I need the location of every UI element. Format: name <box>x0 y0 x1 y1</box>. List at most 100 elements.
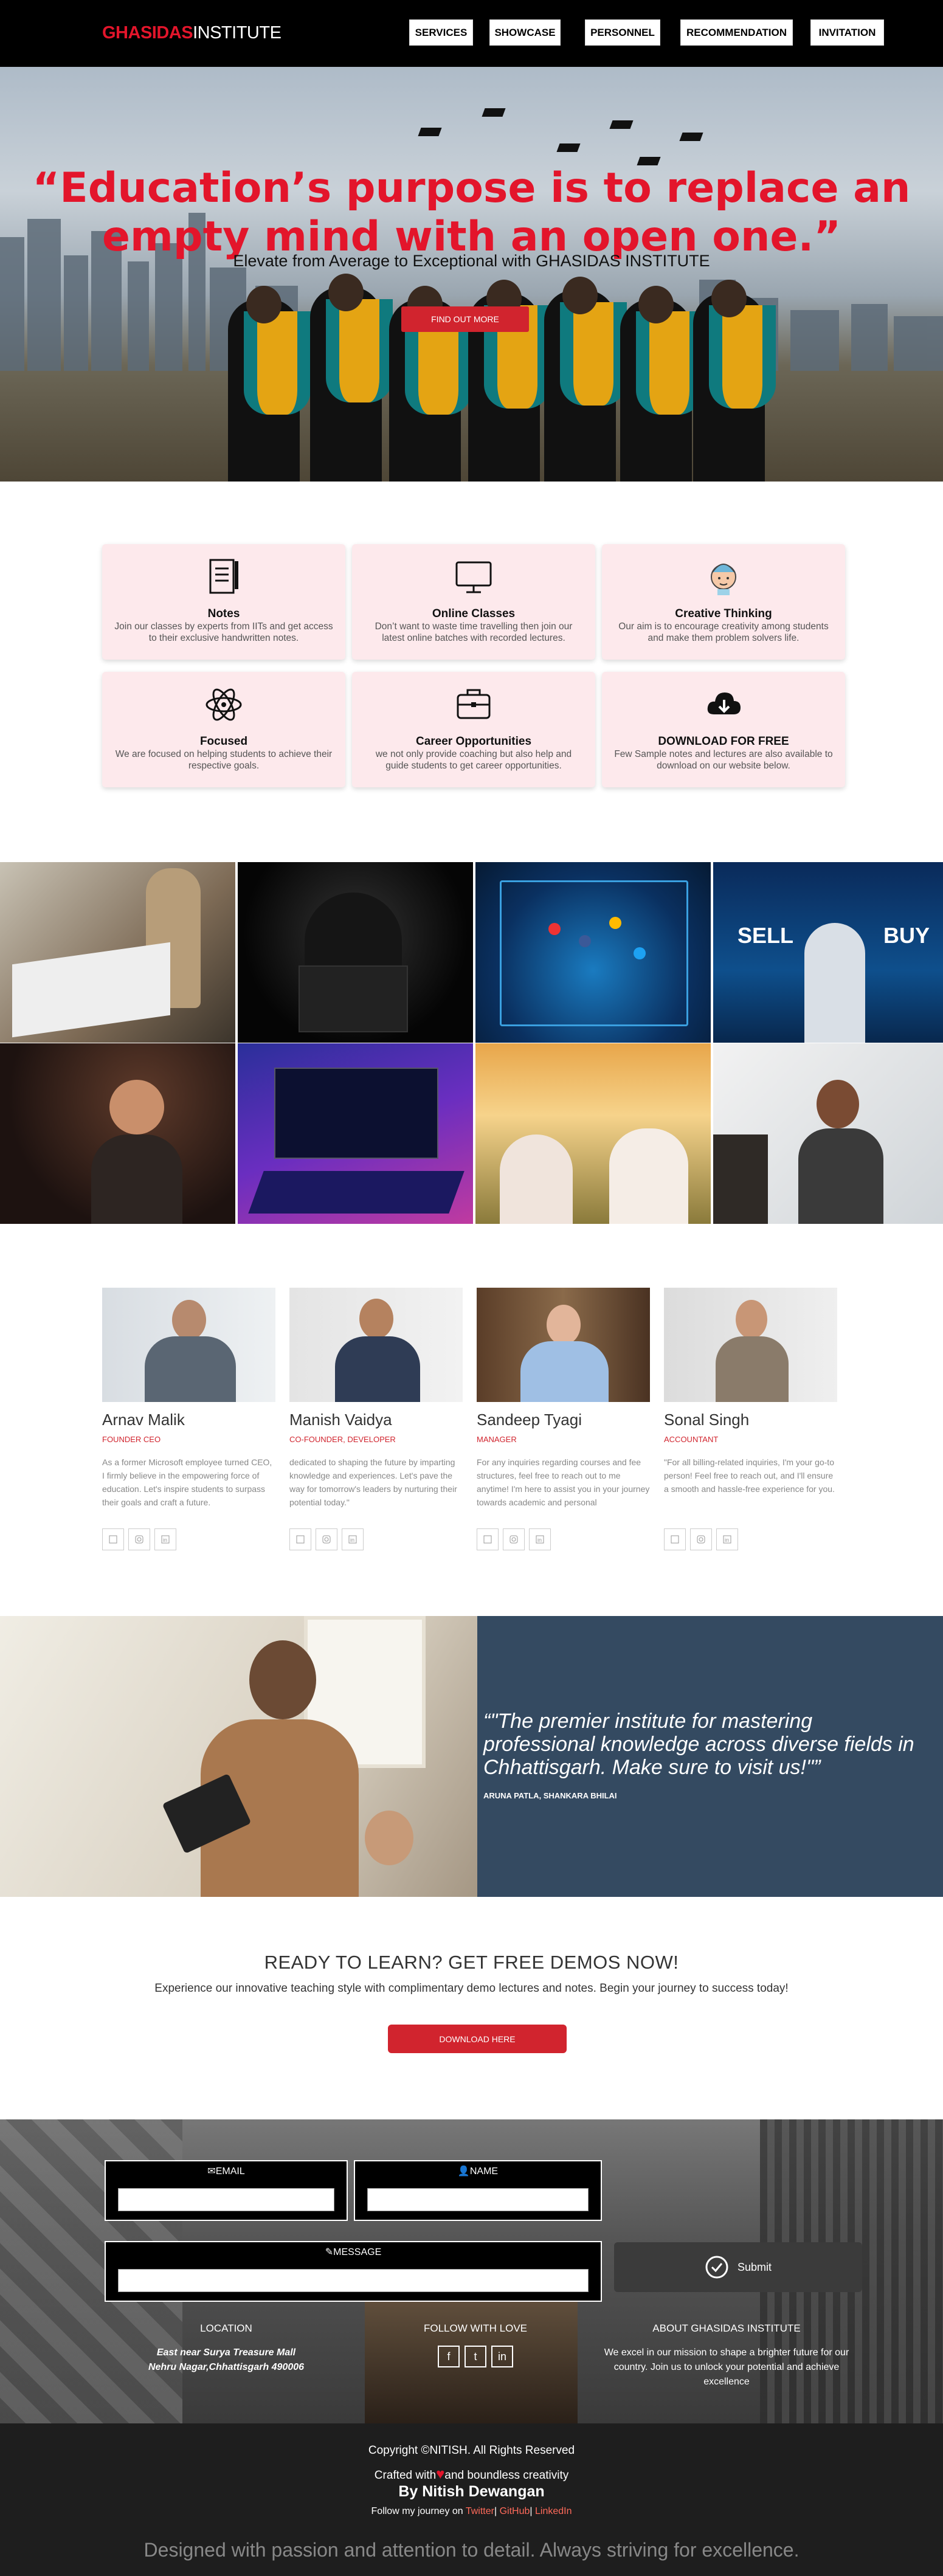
hero-quote: “Education’s purpose is to replace an em… <box>32 164 911 261</box>
email-input[interactable] <box>118 2188 334 2211</box>
member-name: Sandeep Tyagi <box>477 1411 582 1429</box>
github-link[interactable]: GitHub <box>500 2506 530 2516</box>
feature-desc: Few Sample notes and lectures are also a… <box>614 749 833 771</box>
nav-showcase-button[interactable]: SHOWCASE <box>489 19 561 46</box>
heart-icon: ♥ <box>436 2466 445 2482</box>
twitter-link[interactable]: Twitter <box>466 2506 494 2516</box>
member-bio: "For all billing-related inquiries, I'm … <box>664 1457 835 1494</box>
about-column: ABOUT GHASIDAS INSTITUTE We excel in our… <box>599 2322 854 2389</box>
feature-card-focused: Focused We are focused on helping studen… <box>102 672 345 787</box>
hero-subtitle: Elevate from Average to Exceptional with… <box>233 252 710 270</box>
feature-title: Online Classes <box>432 607 516 620</box>
linkedin-icon[interactable]: in <box>529 1528 551 1550</box>
instagram-icon[interactable] <box>503 1528 525 1550</box>
gallery-image-concert[interactable] <box>0 1043 235 1224</box>
linkedin-icon[interactable]: in <box>716 1528 738 1550</box>
member-photo <box>289 1288 463 1402</box>
notes-icon <box>209 559 238 594</box>
feature-desc: Join our classes by experts from IITs an… <box>114 621 333 643</box>
facebook-icon[interactable] <box>289 1528 311 1550</box>
location-line2: Nehru Nagar,Chhattisgarh 490006 <box>148 2362 305 2372</box>
gallery-image-social-media[interactable] <box>475 862 711 1043</box>
svg-text:in: in <box>163 1537 167 1543</box>
instagram-icon[interactable] <box>316 1528 337 1550</box>
feature-desc: Don’t want to waste time travelling then… <box>375 621 573 643</box>
about-text: We excel in our mission to shape a brigh… <box>604 2347 849 2387</box>
gallery-image-hacker[interactable] <box>238 862 473 1043</box>
feature-card-online-classes: Online Classes Don’t want to waste time … <box>352 544 595 660</box>
nav-services-button[interactable]: SERVICES <box>409 19 473 46</box>
cta-title: READY TO LEARN? GET FREE DEMOS NOW! <box>264 1952 679 1973</box>
location-title: LOCATION <box>200 2322 252 2334</box>
name-label: 👤NAME <box>457 2166 499 2177</box>
gallery-image-coding[interactable] <box>238 1043 473 1224</box>
top-navbar: GHASIDASINSTITUTE SERVICES SHOWCASE PERS… <box>0 0 943 67</box>
follow-column: FOLLOW WITH LOVE f t in <box>354 2322 597 2367</box>
follow-journey-line: Follow my journey on Twitter| GitHub| Li… <box>371 2506 572 2516</box>
member-role: CO-FOUNDER, DEVELOPER <box>289 1435 396 1444</box>
member-photo <box>664 1288 837 1402</box>
gallery-image-fashion[interactable] <box>0 862 235 1043</box>
feature-title: Creative Thinking <box>675 607 772 620</box>
cta-section: READY TO LEARN? GET FREE DEMOS NOW! Expe… <box>0 1952 943 1995</box>
feature-desc: Our aim is to encourage creativity among… <box>618 621 829 643</box>
gallery-image-yoga[interactable] <box>475 1043 711 1224</box>
hero-section: “Education’s purpose is to replace an em… <box>0 67 943 482</box>
submit-button[interactable]: Submit <box>614 2242 862 2292</box>
email-label: ✉EMAIL <box>207 2166 245 2177</box>
find-out-more-button[interactable]: FIND OUT MORE <box>401 306 529 332</box>
member-role: FOUNDER CEO <box>102 1435 161 1444</box>
twitter-icon[interactable]: t <box>465 2346 486 2367</box>
author-name: By Nitish Dewangan <box>398 2483 545 2500</box>
check-circle-icon <box>705 2256 728 2279</box>
linkedin-link[interactable]: LinkedIn <box>535 2506 572 2516</box>
facebook-icon[interactable]: f <box>438 2346 460 2367</box>
member-photo <box>477 1288 650 1402</box>
linkedin-icon[interactable]: in <box>342 1528 364 1550</box>
facebook-icon[interactable] <box>664 1528 686 1550</box>
member-name: Arnav Malik <box>102 1411 185 1429</box>
feature-title: DOWNLOAD FOR FREE <box>658 735 789 748</box>
footer-tagline: Designed with passion and attention to d… <box>143 2539 800 2561</box>
instagram-icon[interactable] <box>690 1528 712 1550</box>
linkedin-icon[interactable]: in <box>154 1528 176 1550</box>
member-bio: dedicated to shaping the future by impar… <box>289 1457 457 1507</box>
svg-text:in: in <box>350 1537 354 1543</box>
feature-title: Career Opportunities <box>415 735 532 748</box>
testimonial-photo <box>0 1616 477 1897</box>
crafted-line: Crafted with♥and boundless creativity <box>374 2466 569 2482</box>
nav-personnel-button[interactable]: PERSONNEL <box>585 19 660 46</box>
feature-card-career: Career Opportunities we not only provide… <box>352 672 595 787</box>
name-input[interactable] <box>367 2188 589 2211</box>
download-here-button[interactable]: DOWNLOAD HERE <box>388 2025 567 2053</box>
feature-title: Notes <box>207 607 240 620</box>
follow-title: FOLLOW WITH LOVE <box>423 2322 528 2334</box>
member-name: Sonal Singh <box>664 1411 750 1429</box>
site-logo[interactable]: GHASIDASINSTITUTE <box>102 23 282 43</box>
instagram-icon[interactable] <box>128 1528 150 1550</box>
member-bio: As a former Microsoft employee turned CE… <box>102 1457 272 1507</box>
gallery-image-meeting[interactable] <box>713 1043 943 1224</box>
name-field-box: 👤NAME <box>354 2160 602 2221</box>
message-input[interactable] <box>118 2269 589 2292</box>
briefcase-icon <box>457 689 491 719</box>
atom-icon <box>206 688 242 721</box>
member-photo <box>102 1288 275 1402</box>
svg-text:in: in <box>725 1537 729 1543</box>
gallery-image-trading[interactable]: SELL BUY <box>713 862 943 1043</box>
feature-desc: We are focused on helping students to ac… <box>115 749 333 771</box>
cloud-download-icon <box>707 692 741 714</box>
feature-card-notes: Notes Join our classes by experts from I… <box>102 544 345 660</box>
member-bio: For any inquiries regarding courses and … <box>477 1457 650 1507</box>
about-title: ABOUT GHASIDAS INSTITUTE <box>652 2322 801 2334</box>
nav-recommendation-button[interactable]: RECOMMENDATION <box>680 19 793 46</box>
linkedin-icon[interactable]: in <box>491 2346 513 2367</box>
nav-invitation-button[interactable]: INVITATION <box>810 19 884 46</box>
testimonial-section: “"The premier institute for mastering pr… <box>0 1616 943 1897</box>
copyright-text: Copyright ©NITISH. All Rights Reserved <box>368 2444 575 2457</box>
facebook-icon[interactable] <box>477 1528 499 1550</box>
feature-card-creative-thinking: Creative Thinking Our aim is to encourag… <box>602 544 845 660</box>
testimonial-quote: “"The premier institute for mastering pr… <box>483 1710 914 1779</box>
facebook-icon[interactable] <box>102 1528 124 1550</box>
svg-text:in: in <box>537 1537 542 1543</box>
